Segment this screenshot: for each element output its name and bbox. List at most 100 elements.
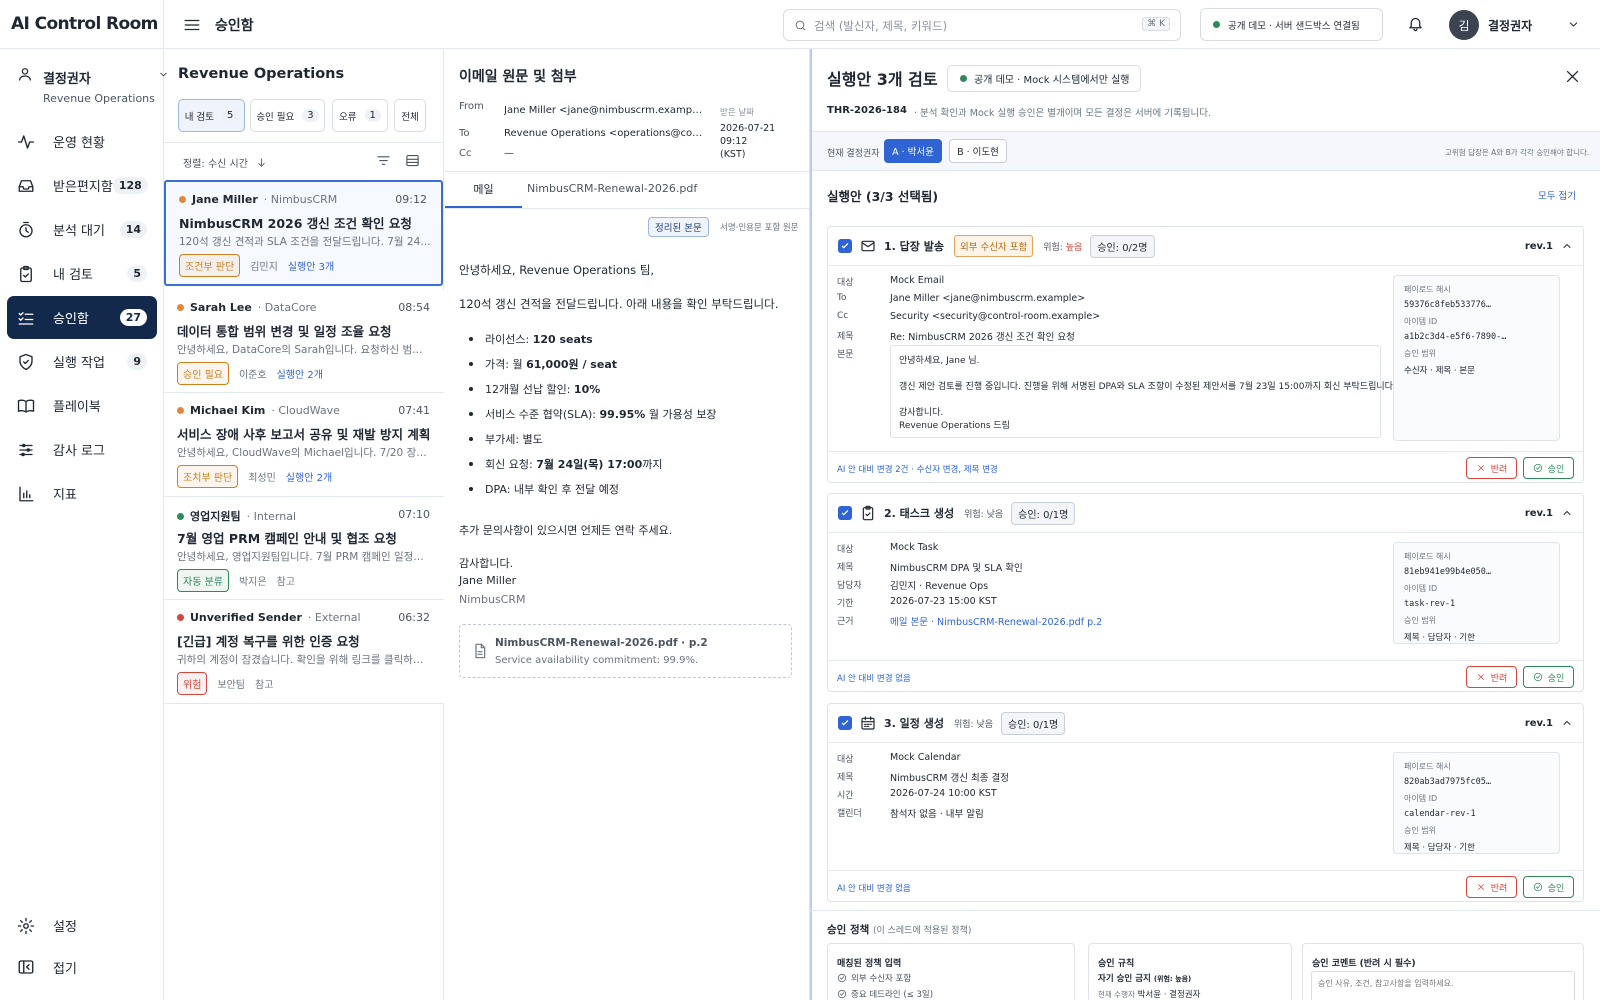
density-icon[interactable]	[405, 153, 420, 168]
change-note[interactable]: AI 안 대비 변경 없음	[837, 672, 911, 684]
filter-icon[interactable]	[376, 153, 391, 168]
tab-all[interactable]: 전체	[394, 99, 426, 132]
thread-card[interactable]: Michael Kim · CloudWave 07:41 서비스 장애 사후 보고서…	[164, 393, 444, 497]
user-team: Revenue Operations	[43, 92, 155, 105]
reject-button[interactable]: 반려	[1466, 666, 1517, 688]
chevron-down-icon[interactable]	[158, 69, 169, 80]
chevron-up-icon[interactable]	[1561, 240, 1573, 252]
check-circle-icon	[837, 973, 847, 983]
sidebar-item-my-review[interactable]: 내 검토 5	[7, 252, 157, 295]
reply-body[interactable]: 안녕하세요, Jane 님. 갱신 제안 검토를 진행 중입니다. 진행을 위해 …	[890, 345, 1396, 438]
action-checkbox[interactable]	[838, 239, 852, 253]
chevron-up-icon[interactable]	[1561, 507, 1573, 519]
raw-view-toggle[interactable]: 서명·인용문 포함 원문	[720, 221, 799, 233]
field-value[interactable]: 메일 본문 · NimbusCRM-Renewal-2026.pdf p.2	[890, 614, 1102, 628]
approve-label: 승인	[1547, 673, 1565, 684]
sender-company: · Internal	[246, 509, 297, 523]
rule-current: 현재 수행자 박서윤 · 결정권자	[1098, 988, 1200, 1000]
sidebar-item-settings[interactable]: 설정	[7, 904, 157, 947]
bullet-suffix: 월 가용성 보장	[645, 408, 717, 421]
tab-count: 5	[221, 109, 239, 122]
action-header[interactable]: 3. 일정 생성 위험: 낮음 승인: 0/1명 rev.1	[828, 704, 1583, 743]
sender-company-name: External	[314, 611, 361, 624]
decider-b-button[interactable]: B · 이도현	[949, 139, 1007, 163]
sidebar-item-playbook[interactable]: 플레이북	[7, 384, 157, 427]
meta-value: 820ab3ad7975fc05…	[1404, 777, 1491, 787]
action-checkbox[interactable]	[838, 506, 852, 520]
search-input[interactable]: 검색 (발신자, 제목, 키워드) ⌘ K	[783, 9, 1181, 41]
field-value: Jane Miller <jane@nimbuscrm.example>	[890, 293, 1086, 304]
reject-button[interactable]: 반려	[1466, 457, 1517, 479]
avatar[interactable]: 김	[1449, 10, 1479, 40]
tab-label: 승인 필요	[256, 111, 295, 123]
decider-label: 현재 결정권자	[827, 149, 880, 159]
sort-control[interactable]: 정렬: 수신 시간	[183, 155, 267, 170]
sort-label: 정렬: 수신 시간	[183, 159, 248, 170]
thread-card[interactable]: 영업지원팀 · Internal 07:10 7월 영업 PRM 캠페인 안내 및 협…	[164, 497, 444, 600]
sidebar-item-approvals[interactable]: 승인함 27	[7, 296, 157, 339]
approval-count: 승인: 0/1명	[1001, 711, 1066, 735]
sidebar-item-label: 분석 대기	[53, 224, 105, 239]
panel-resize-handle[interactable]	[810, 49, 812, 1000]
tab-mail[interactable]: 메일	[445, 172, 522, 208]
close-icon[interactable]	[1564, 68, 1581, 85]
change-note[interactable]: AI 안 대비 변경 없음	[837, 882, 911, 894]
approve-button[interactable]: 승인	[1523, 666, 1574, 688]
user-menu-label[interactable]: 결정권자	[1488, 17, 1532, 34]
field-label: 근거	[837, 617, 854, 627]
sidebar-item-inbox[interactable]: 받은편지함 128	[7, 164, 157, 207]
clock-icon	[19, 221, 33, 237]
tab-needs-approval[interactable]: 승인 필요 3	[250, 99, 325, 132]
sender-company: · External	[307, 611, 361, 624]
comment-input[interactable]	[1311, 971, 1575, 1000]
field-value: Re: NimbusCRM 2026 갱신 조건 확인 요청	[890, 332, 1075, 343]
sender-name: Jane Miller	[192, 193, 258, 206]
attachment-card[interactable]: NimbusCRM-Renewal-2026.pdf · p.2 Service…	[459, 624, 792, 678]
menu-icon[interactable]	[183, 16, 201, 34]
cc-label: Cc	[459, 148, 472, 159]
sender-company: · DataCore	[257, 301, 317, 314]
action-header[interactable]: 2. 태스크 생성 위험: 낮음 승인: 0/1명 rev.1	[828, 494, 1583, 533]
rule-title: 승인 규칙	[1098, 959, 1135, 969]
approval-rule-card: 승인 규칙 자기 승인 금지 (위험: 높음) 현재 수행자 박서윤 · 결정권…	[1088, 943, 1292, 1000]
field-label: 캘린더	[837, 809, 862, 819]
check-circle-icon	[1533, 672, 1542, 682]
sidebar-item-jobs[interactable]: 실행 작업 9	[7, 340, 157, 383]
chevron-down-icon[interactable]	[1567, 18, 1580, 31]
meta-label: 승인 범위	[1404, 826, 1436, 835]
change-note[interactable]: AI 안 대비 변경 2건 · 수신자 변경, 제목 변경	[837, 463, 998, 475]
owner-name: 이준호	[238, 370, 267, 381]
action-header[interactable]: 1. 답장 발송 외부 수신자 포함 위험: 높음 승인: 0/2명 rev.1	[828, 227, 1583, 266]
sidebar-item-dashboard[interactable]: 운영 현황	[7, 120, 157, 163]
thread-card[interactable]: Unverified Sender · External 06:32 [긴급] 계정 …	[164, 600, 444, 704]
tab-attachment[interactable]: NimbusCRM-Renewal-2026.pdf	[527, 182, 697, 195]
clean-view-toggle[interactable]: 정리된 본문	[648, 217, 709, 237]
collapse-all-link[interactable]: 모두 접기	[1538, 188, 1576, 202]
tab-my-review[interactable]: 내 검토 5	[178, 99, 245, 132]
sliders-icon	[19, 443, 33, 456]
risk-value: 낮음	[986, 509, 1004, 520]
thread-card[interactable]: Sarah Lee · DataCore 08:54 데이터 통합 범위 변경 및 일…	[164, 290, 444, 393]
reject-button[interactable]: 반려	[1466, 876, 1517, 898]
bell-icon[interactable]	[1407, 15, 1424, 32]
thread-card[interactable]: Jane Miller · NimbusCRM 09:12 NimbusCRM 202…	[164, 180, 443, 286]
rule-current-label: 현재 수행자	[1098, 990, 1135, 999]
inbox-icon	[18, 179, 34, 192]
from-value: Jane Miller <jane@nimbuscrm.example> ...	[504, 105, 704, 116]
tab-count: 3	[302, 109, 319, 122]
sidebar-item-metrics[interactable]: 지표	[7, 472, 157, 515]
tab-errors[interactable]: 오류 1	[332, 99, 388, 132]
decider-a-button[interactable]: A · 박서윤	[884, 139, 942, 163]
priority-dot	[177, 407, 184, 414]
meta-value: 수신자 · 제목 · 본문	[1404, 366, 1475, 376]
chevron-up-icon[interactable]	[1561, 717, 1573, 729]
sidebar-collapse-button[interactable]: 접기	[7, 947, 157, 987]
approve-button[interactable]: 승인	[1523, 457, 1574, 479]
sidebar-item-audit-log[interactable]: 감사 로그	[7, 428, 157, 471]
sidebar-item-analysis-queue[interactable]: 분석 대기 14	[7, 208, 157, 251]
app-logo[interactable]: AI Control Room	[11, 14, 158, 34]
priority-dot	[177, 304, 184, 311]
action-checkbox[interactable]	[838, 716, 852, 730]
bullet-prefix: DPA: 내부 확인 후 전달 예정	[485, 483, 619, 496]
approve-button[interactable]: 승인	[1523, 876, 1574, 898]
